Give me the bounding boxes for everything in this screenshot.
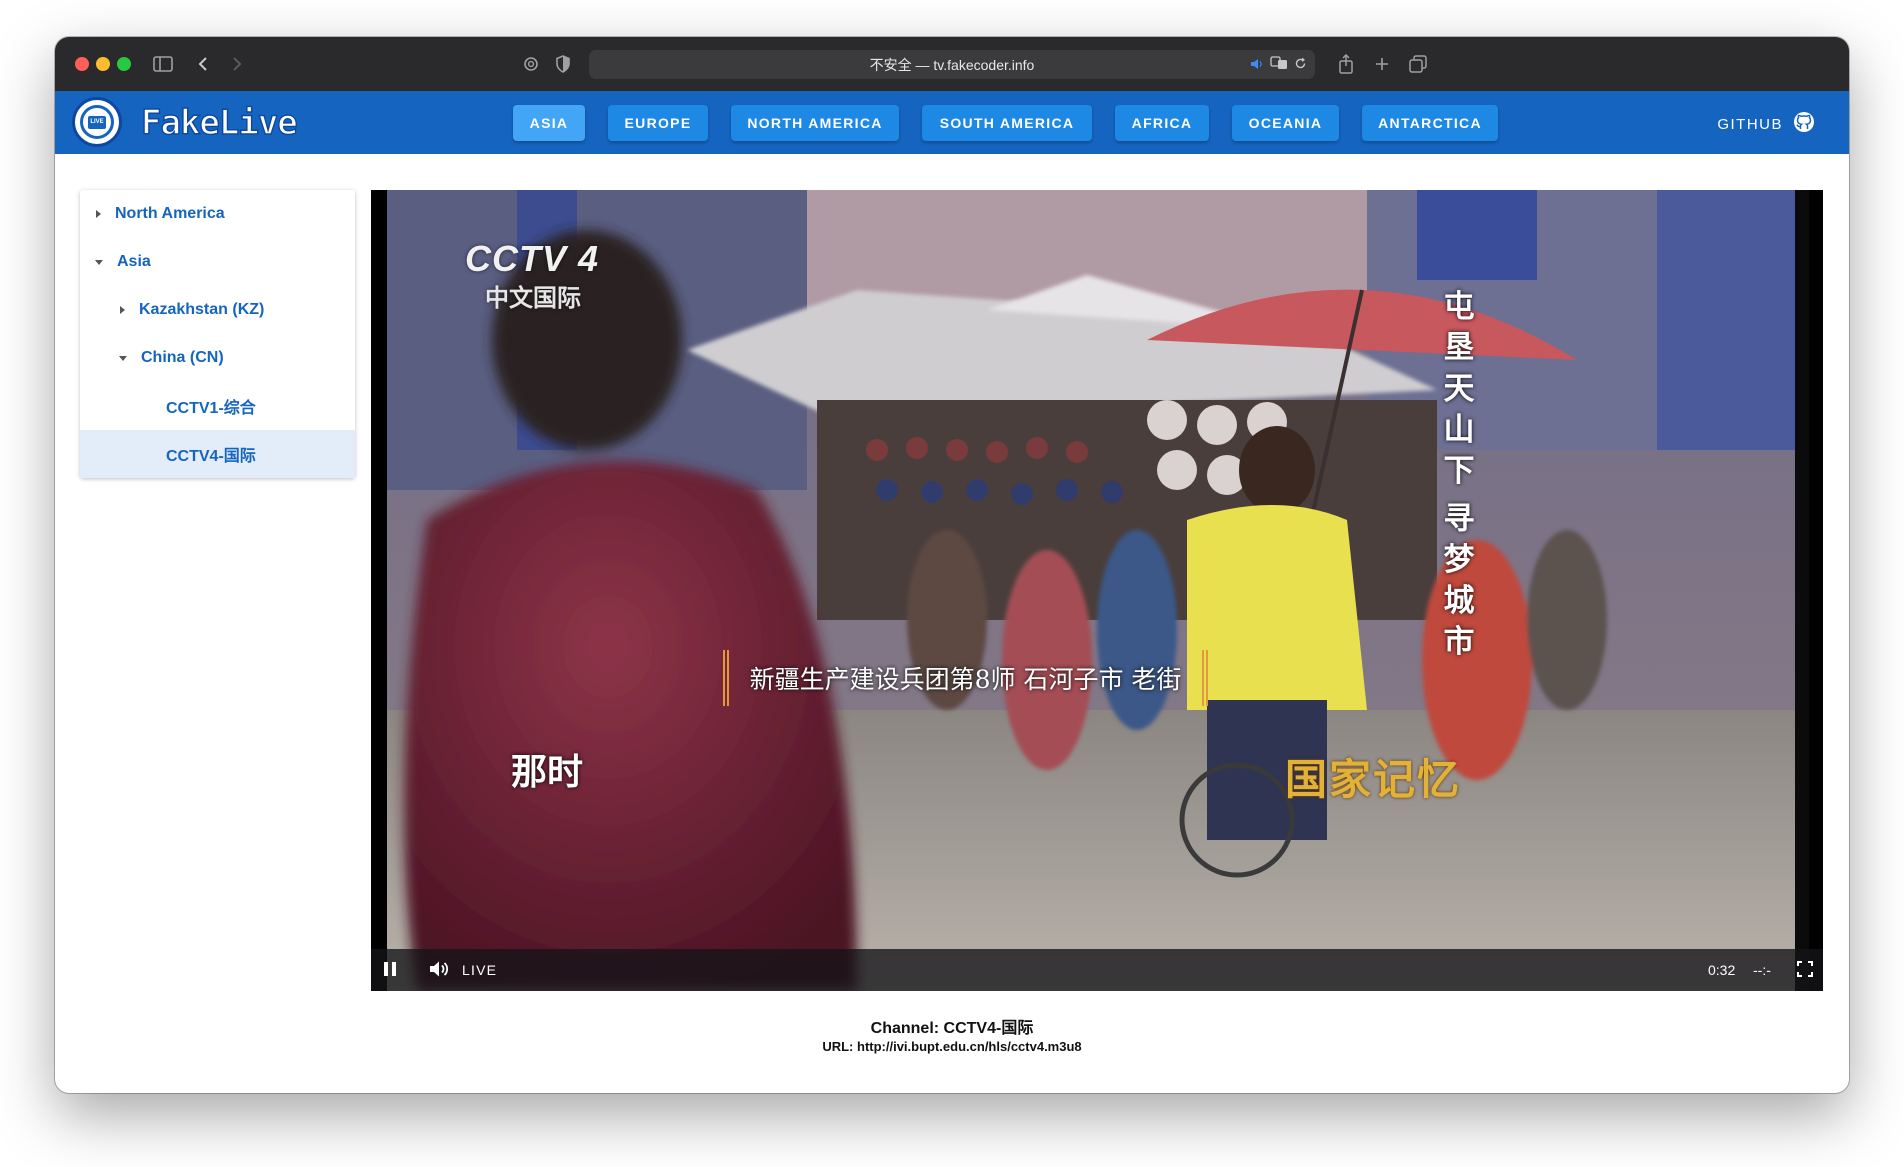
app-header: LIVE FakeLive ASIA EUROPE NORTH AMERICA …	[55, 91, 1849, 154]
nav-oceania-button[interactable]: OCEANIA	[1232, 105, 1339, 141]
video-scene-image	[387, 190, 1809, 991]
tree-item-label: Asia	[117, 253, 151, 270]
reload-icon[interactable]	[1294, 57, 1307, 73]
brand-title[interactable]: FakeLive	[140, 102, 298, 144]
tree-item-label: Kazakhstan (KZ)	[139, 301, 265, 318]
audio-playing-icon[interactable]	[1250, 57, 1264, 73]
share-icon[interactable]	[1332, 50, 1360, 78]
fullscreen-button[interactable]	[1797, 949, 1813, 991]
remaining-time: --:-	[1753, 962, 1771, 978]
collapse-down-icon[interactable]	[95, 259, 103, 265]
browser-window: 不安全 — tv.fakecoder.info LIVE FakeLive AS…	[55, 37, 1849, 1093]
video-player[interactable]: CCTV 4 中文国际 屯垦天山下 寻梦城市 新疆生产建设兵团第8师 石河子市 …	[371, 190, 1823, 991]
volume-icon	[429, 960, 451, 981]
nav-north-america-button[interactable]: NORTH AMERICA	[731, 105, 899, 141]
address-text: 不安全 — tv.fakecoder.info	[869, 56, 1035, 73]
live-indicator[interactable]: LIVE	[462, 949, 497, 991]
video-subtitle: 那时	[511, 751, 584, 792]
tab-overview-icon[interactable]	[1404, 50, 1432, 78]
forward-icon[interactable]	[223, 50, 251, 78]
logo[interactable]: LIVE	[72, 97, 122, 147]
address-bar[interactable]: 不安全 — tv.fakecoder.info	[589, 50, 1315, 79]
nav-africa-button[interactable]: AFRICA	[1115, 105, 1209, 141]
location-banner: 新疆生产建设兵团第8师 石河子市 老街	[723, 650, 1208, 706]
logo-badge: LIVE	[88, 115, 106, 129]
tv-icon: LIVE	[80, 105, 114, 139]
tree-item-china[interactable]: China (CN)	[80, 334, 355, 382]
browser-toolbar: 不安全 — tv.fakecoder.info	[55, 37, 1849, 91]
tree-item-north-america[interactable]: North America	[80, 190, 355, 238]
tree-item-label: CCTV1-综合	[166, 400, 256, 417]
tree-item-cctv1[interactable]: CCTV1-综合	[80, 382, 355, 430]
sidebar-toggle-icon[interactable]	[149, 50, 177, 78]
channel-logo-subtitle: 中文国际	[485, 285, 581, 312]
fullscreen-icon	[1797, 960, 1813, 980]
tree-item-kazakhstan[interactable]: Kazakhstan (KZ)	[80, 286, 355, 334]
close-window-button[interactable]	[75, 57, 89, 71]
minimize-window-button[interactable]	[96, 57, 110, 71]
video-frame[interactable]: CCTV 4 中文国际 屯垦天山下 寻梦城市 新疆生产建设兵团第8师 石河子市 …	[387, 190, 1809, 991]
vertical-title-2: 寻梦城市	[1443, 501, 1475, 659]
tree-item-label: CCTV4-国际	[166, 448, 256, 465]
channel-info: Channel: CCTV4-国际	[870, 1020, 1034, 1037]
back-icon[interactable]	[189, 50, 217, 78]
stream-url: URL: http://ivi.bupt.edu.cn/hls/cctv4.m3…	[822, 1039, 1082, 1054]
player-controls: LIVE 0:32 --:-	[371, 949, 1823, 991]
github-link[interactable]: GITHUB	[1717, 111, 1815, 137]
program-logo: 国家记忆	[1285, 756, 1462, 803]
gear-icon[interactable]	[517, 50, 545, 78]
nav-antarctica-button[interactable]: ANTARCTICA	[1362, 105, 1498, 141]
github-label: GITHUB	[1717, 115, 1783, 133]
channel-tree: North America Asia Kazakhstan (KZ) China…	[80, 190, 355, 478]
github-icon	[1793, 111, 1815, 137]
channel-logo: CCTV 4	[465, 238, 600, 279]
privacy-shield-icon[interactable]	[549, 50, 577, 78]
new-tab-icon[interactable]	[1368, 50, 1396, 78]
tree-item-cctv4[interactable]: CCTV4-国际	[80, 430, 355, 478]
translate-icon[interactable]	[1270, 56, 1288, 73]
nav-asia-button[interactable]: ASIA	[513, 105, 585, 141]
tree-item-asia[interactable]: Asia	[80, 238, 355, 286]
tree-item-label: North America	[115, 205, 225, 222]
volume-button[interactable]	[429, 949, 451, 991]
pause-button[interactable]	[383, 949, 397, 991]
nav-europe-button[interactable]: EUROPE	[608, 105, 708, 141]
expand-right-icon[interactable]	[96, 210, 101, 218]
expand-right-icon[interactable]	[120, 306, 125, 314]
tree-item-label: China (CN)	[141, 349, 224, 366]
nav-south-america-button[interactable]: SOUTH AMERICA	[922, 105, 1092, 141]
vertical-title-1: 屯垦天山下	[1443, 289, 1475, 488]
elapsed-time: 0:32	[1708, 962, 1736, 978]
pause-icon	[383, 961, 397, 980]
zoom-window-button[interactable]	[117, 57, 131, 71]
collapse-down-icon[interactable]	[119, 355, 127, 361]
